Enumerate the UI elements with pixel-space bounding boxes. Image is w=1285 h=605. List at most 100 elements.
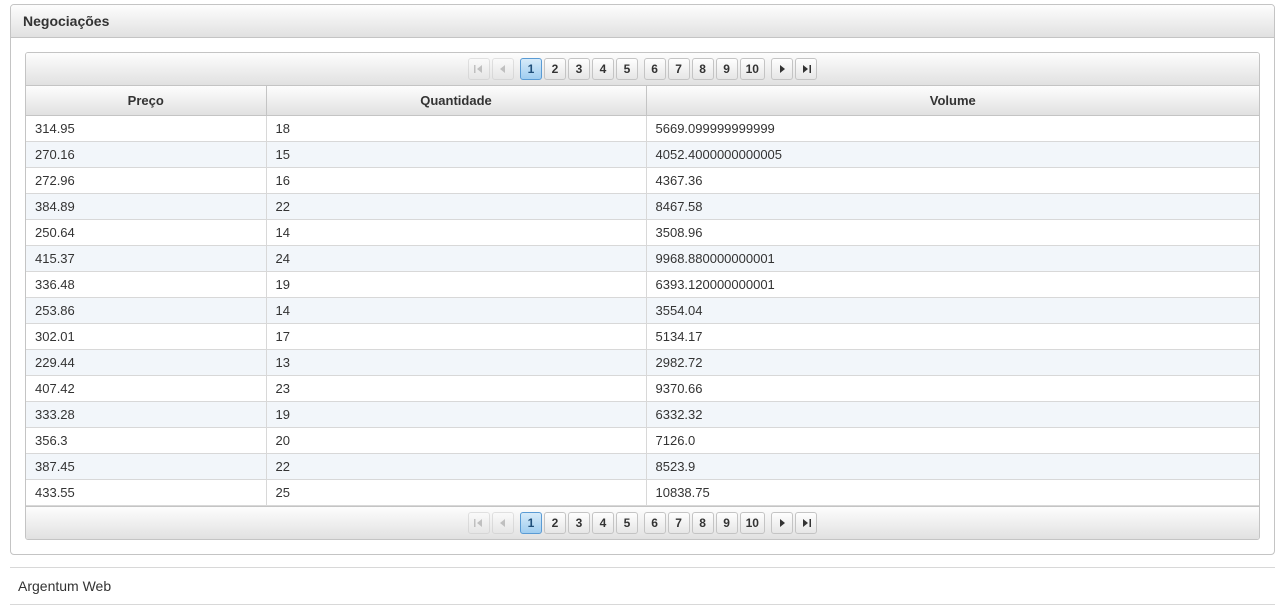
table-header-row: Preço Quantidade Volume (26, 86, 1259, 116)
paginator-page-8[interactable]: 8 (692, 512, 714, 534)
paginator-page-4[interactable]: 4 (592, 512, 614, 534)
cell-preco: 253.86 (26, 298, 266, 324)
table-row[interactable]: 407.42239370.66 (26, 376, 1259, 402)
paginator-page-10[interactable]: 10 (740, 58, 765, 80)
table-row[interactable]: 272.96164367.36 (26, 168, 1259, 194)
column-header-preco[interactable]: Preço (26, 86, 266, 116)
paginator-page-9[interactable]: 9 (716, 512, 738, 534)
paginator-next-icon[interactable] (771, 58, 793, 80)
table-row[interactable]: 336.48196393.120000000001 (26, 272, 1259, 298)
cell-quantidade: 19 (266, 272, 646, 298)
cell-volume: 7126.0 (646, 428, 1259, 454)
negociacoes-panel: Negociações 12345 678910 Preço Quantidad… (10, 4, 1275, 555)
cell-quantidade: 23 (266, 376, 646, 402)
paginator-page-1[interactable]: 1 (520, 512, 542, 534)
negociacoes-table: Preço Quantidade Volume 314.95185669.099… (26, 86, 1259, 506)
cell-preco: 270.16 (26, 142, 266, 168)
table-row[interactable]: 333.28196332.32 (26, 402, 1259, 428)
table-row[interactable]: 356.3207126.0 (26, 428, 1259, 454)
paginator-page-3[interactable]: 3 (568, 512, 590, 534)
cell-volume: 5669.099999999999 (646, 116, 1259, 142)
table-row[interactable]: 433.552510838.75 (26, 480, 1259, 506)
table-row[interactable]: 250.64143508.96 (26, 220, 1259, 246)
cell-volume: 9370.66 (646, 376, 1259, 402)
paginator-last-icon[interactable] (795, 58, 817, 80)
column-header-quantidade[interactable]: Quantidade (266, 86, 646, 116)
panel-title: Negociações (11, 5, 1274, 38)
cell-volume: 4367.36 (646, 168, 1259, 194)
paginator-page-2[interactable]: 2 (544, 512, 566, 534)
paginator-bottom: 12345 678910 (26, 506, 1259, 539)
paginator-top: 12345 678910 (26, 53, 1259, 86)
paginator-first-icon (468, 58, 490, 80)
paginator-page-3[interactable]: 3 (568, 58, 590, 80)
paginator-page-4[interactable]: 4 (592, 58, 614, 80)
data-table-wrapper: 12345 678910 Preço Quantidade Volume 314… (25, 52, 1260, 540)
table-row[interactable]: 270.16154052.4000000000005 (26, 142, 1259, 168)
cell-quantidade: 17 (266, 324, 646, 350)
cell-preco: 229.44 (26, 350, 266, 376)
paginator-page-7[interactable]: 7 (668, 512, 690, 534)
paginator-prev-icon (492, 512, 514, 534)
cell-preco: 407.42 (26, 376, 266, 402)
cell-quantidade: 19 (266, 402, 646, 428)
paginator-page-10[interactable]: 10 (740, 512, 765, 534)
column-header-volume[interactable]: Volume (646, 86, 1259, 116)
cell-preco: 384.89 (26, 194, 266, 220)
cell-volume: 10838.75 (646, 480, 1259, 506)
paginator-first-icon (468, 512, 490, 534)
cell-preco: 336.48 (26, 272, 266, 298)
table-row[interactable]: 314.95185669.099999999999 (26, 116, 1259, 142)
paginator-page-5[interactable]: 5 (616, 58, 638, 80)
cell-preco: 272.96 (26, 168, 266, 194)
cell-volume: 4052.4000000000005 (646, 142, 1259, 168)
paginator-page-7[interactable]: 7 (668, 58, 690, 80)
cell-volume: 2982.72 (646, 350, 1259, 376)
paginator-page-2[interactable]: 2 (544, 58, 566, 80)
table-row[interactable]: 387.45228523.9 (26, 454, 1259, 480)
table-body: 314.95185669.099999999999270.16154052.40… (26, 116, 1259, 506)
cell-volume: 8467.58 (646, 194, 1259, 220)
cell-preco: 302.01 (26, 324, 266, 350)
paginator-next-icon[interactable] (771, 512, 793, 534)
cell-quantidade: 25 (266, 480, 646, 506)
cell-quantidade: 20 (266, 428, 646, 454)
table-row[interactable]: 384.89228467.58 (26, 194, 1259, 220)
table-row[interactable]: 302.01175134.17 (26, 324, 1259, 350)
cell-quantidade: 13 (266, 350, 646, 376)
paginator-page-5[interactable]: 5 (616, 512, 638, 534)
cell-volume: 9968.880000000001 (646, 246, 1259, 272)
cell-preco: 333.28 (26, 402, 266, 428)
cell-quantidade: 24 (266, 246, 646, 272)
cell-preco: 415.37 (26, 246, 266, 272)
cell-volume: 5134.17 (646, 324, 1259, 350)
cell-quantidade: 15 (266, 142, 646, 168)
table-row[interactable]: 229.44132982.72 (26, 350, 1259, 376)
cell-quantidade: 14 (266, 298, 646, 324)
cell-preco: 387.45 (26, 454, 266, 480)
table-row[interactable]: 415.37249968.880000000001 (26, 246, 1259, 272)
paginator-page-6[interactable]: 6 (644, 58, 666, 80)
panel-body: 12345 678910 Preço Quantidade Volume 314… (11, 38, 1274, 554)
cell-quantidade: 18 (266, 116, 646, 142)
cell-quantidade: 14 (266, 220, 646, 246)
cell-volume: 3508.96 (646, 220, 1259, 246)
paginator-page-8[interactable]: 8 (692, 58, 714, 80)
paginator-prev-icon (492, 58, 514, 80)
cell-preco: 314.95 (26, 116, 266, 142)
cell-preco: 250.64 (26, 220, 266, 246)
cell-volume: 8523.9 (646, 454, 1259, 480)
cell-quantidade: 16 (266, 168, 646, 194)
cell-volume: 3554.04 (646, 298, 1259, 324)
paginator-page-6[interactable]: 6 (644, 512, 666, 534)
cell-preco: 433.55 (26, 480, 266, 506)
paginator-page-9[interactable]: 9 (716, 58, 738, 80)
cell-preco: 356.3 (26, 428, 266, 454)
table-row[interactable]: 253.86143554.04 (26, 298, 1259, 324)
cell-quantidade: 22 (266, 194, 646, 220)
footer-text: Argentum Web (10, 567, 1275, 605)
paginator-last-icon[interactable] (795, 512, 817, 534)
paginator-page-1[interactable]: 1 (520, 58, 542, 80)
cell-volume: 6332.32 (646, 402, 1259, 428)
cell-quantidade: 22 (266, 454, 646, 480)
